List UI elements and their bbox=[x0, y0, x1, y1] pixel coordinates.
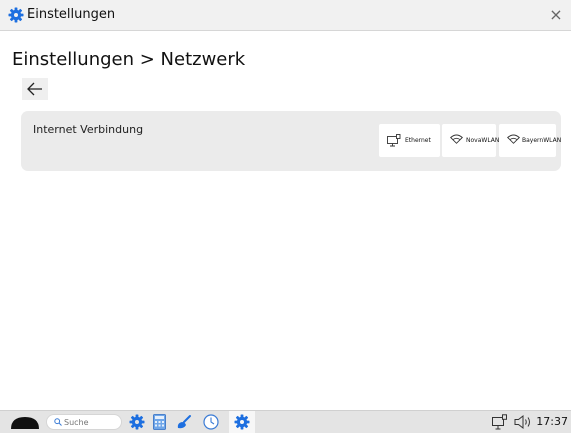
arrow-left-icon bbox=[27, 82, 42, 96]
search-icon bbox=[54, 418, 62, 426]
settings-icon bbox=[234, 414, 250, 430]
ethernet-icon bbox=[387, 134, 401, 147]
settings-icon[interactable] bbox=[129, 414, 145, 430]
paint-icon[interactable] bbox=[176, 414, 192, 430]
window-title: Einstellungen bbox=[27, 7, 116, 22]
internet-connection-label: Internet Verbindung bbox=[33, 123, 144, 136]
network-option-ethernet-label: Ethernet bbox=[405, 137, 431, 144]
page-title: Einstellungen > Netzwerk bbox=[12, 49, 246, 70]
search-input[interactable] bbox=[64, 416, 118, 428]
calculator-icon[interactable] bbox=[153, 414, 166, 430]
taskbar-clock: 17:37 bbox=[536, 415, 568, 428]
back-button[interactable] bbox=[22, 78, 48, 100]
network-option-novawlan[interactable]: NovaWLAN bbox=[442, 124, 500, 157]
network-option-ethernet[interactable]: Ethernet bbox=[379, 124, 440, 157]
network-option-novawlan-label: NovaWLAN bbox=[466, 137, 500, 144]
taskbar-active-settings[interactable] bbox=[229, 411, 255, 433]
close-icon[interactable]: × bbox=[547, 6, 565, 24]
network-option-bayernwlan[interactable]: BayernWLAN bbox=[499, 124, 561, 157]
internet-connection-card: Internet Verbindung Ethernet NovaWLAN Ba… bbox=[21, 111, 561, 171]
wifi-icon bbox=[507, 134, 520, 144]
clock-icon[interactable] bbox=[203, 414, 219, 430]
network-option-bayernwlan-label: BayernWLAN bbox=[522, 137, 562, 144]
settings-gear-icon bbox=[8, 7, 24, 23]
window-titlebar: Einstellungen × bbox=[0, 0, 571, 31]
network-icon[interactable] bbox=[492, 414, 508, 430]
taskbar: 17:37 bbox=[0, 410, 571, 433]
wifi-icon bbox=[450, 134, 463, 144]
start-menu-icon[interactable] bbox=[10, 415, 40, 431]
taskbar-search[interactable] bbox=[46, 414, 122, 430]
volume-icon[interactable] bbox=[514, 414, 534, 430]
